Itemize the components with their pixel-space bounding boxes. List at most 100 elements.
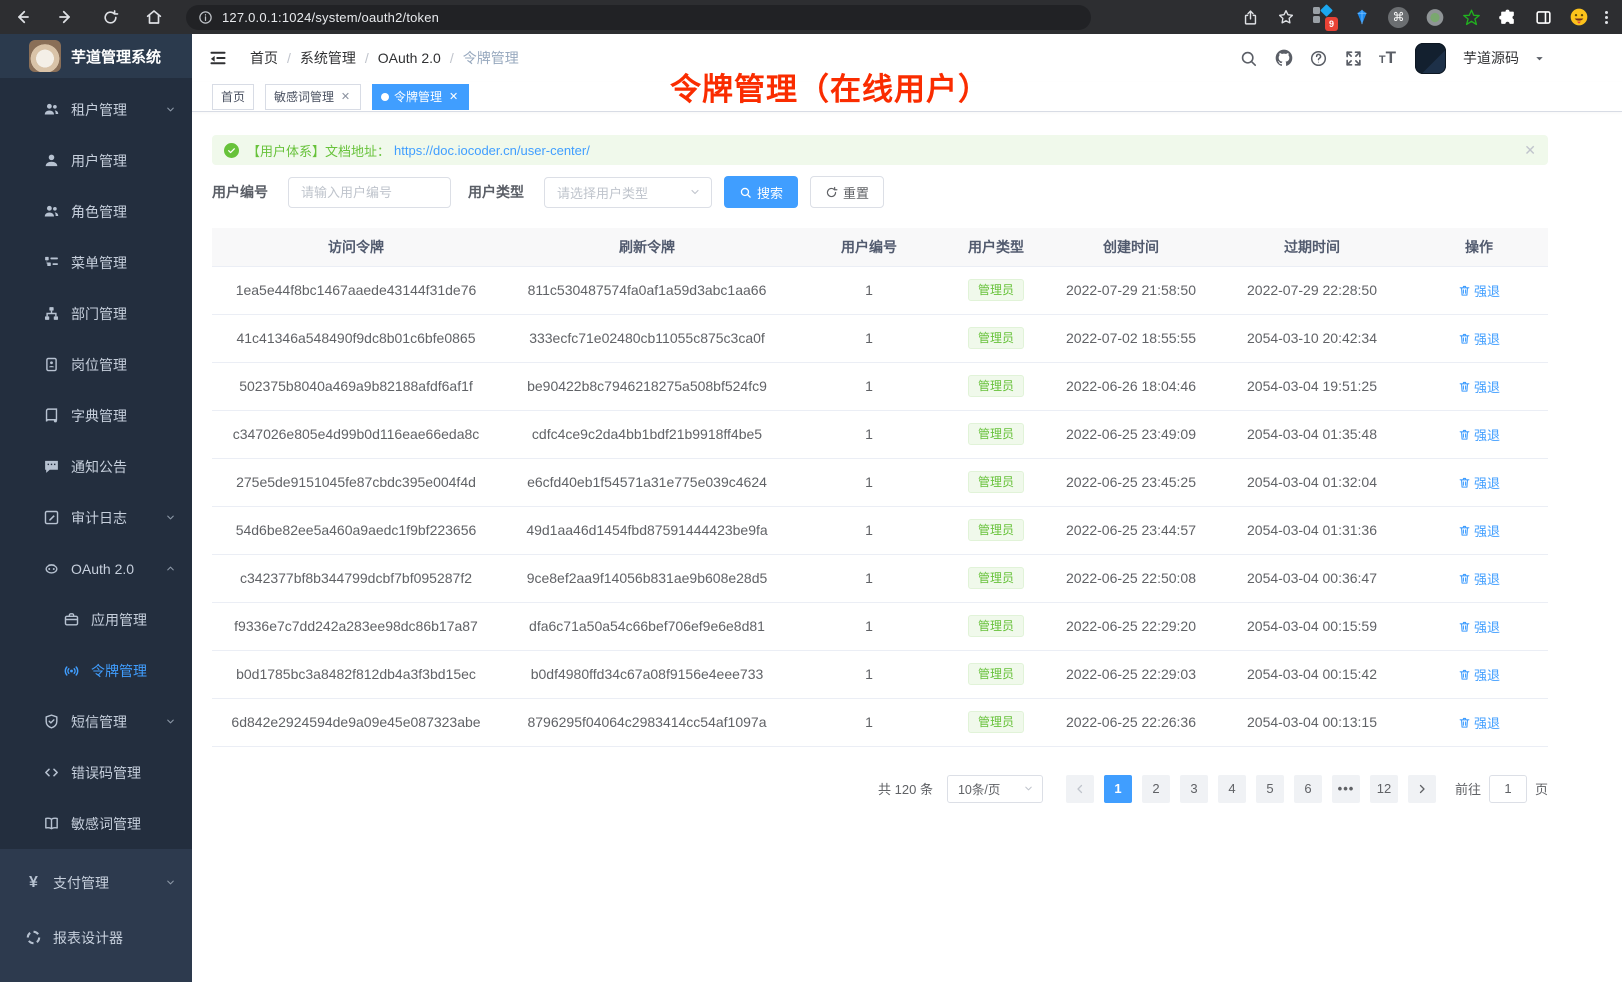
emoji-profile-icon[interactable] xyxy=(1569,7,1589,27)
tab-close-icon[interactable]: ✕ xyxy=(339,90,352,103)
address-bar[interactable]: 127.0.0.1:1024/system/oauth2/token xyxy=(186,5,1091,30)
force-logout-link[interactable]: 强退 xyxy=(1458,521,1500,540)
site-info-icon[interactable] xyxy=(198,10,213,25)
page-button-2[interactable]: 2 xyxy=(1142,775,1170,803)
force-logout-label: 强退 xyxy=(1474,425,1500,444)
sidebar-item-15[interactable]: ¥支付管理 xyxy=(0,855,192,910)
dictionary-icon xyxy=(43,407,60,424)
cell-access-token: c347026e805e4d99b0d116eae66eda8c xyxy=(212,410,500,458)
sidebar-item-13[interactable]: 错误码管理 xyxy=(0,747,192,798)
back-icon[interactable] xyxy=(12,7,32,27)
breadcrumb-item-0[interactable]: 首页 xyxy=(250,48,278,68)
user-type-tag: 管理员 xyxy=(968,423,1024,445)
pagination-more[interactable]: ••• xyxy=(1332,775,1360,803)
cell-expire-time: 2054-03-04 00:15:59 xyxy=(1214,602,1410,650)
recorder-extension-icon[interactable] xyxy=(1425,7,1445,27)
home-icon[interactable] xyxy=(144,7,164,27)
breadcrumb-separator: / xyxy=(287,50,291,66)
prev-page-button[interactable] xyxy=(1066,775,1094,803)
page-button-5[interactable]: 5 xyxy=(1256,775,1284,803)
sidebar-item-8[interactable]: 审计日志 xyxy=(0,492,192,543)
user-id-input[interactable] xyxy=(288,177,451,208)
font-size-icon[interactable]: TT xyxy=(1379,49,1396,67)
tab-close-icon[interactable]: ✕ xyxy=(447,90,460,103)
user-type-select[interactable]: 请选择用户类型 xyxy=(544,177,712,208)
sidebar-item-1[interactable]: 用户管理 xyxy=(0,135,192,186)
reload-icon[interactable] xyxy=(100,7,120,27)
force-logout-link[interactable]: 强退 xyxy=(1458,617,1500,636)
alert-close-icon[interactable]: ✕ xyxy=(1524,143,1536,157)
force-logout-link[interactable]: 强退 xyxy=(1458,569,1500,588)
help-icon[interactable] xyxy=(1309,48,1329,68)
breadcrumb-item-1[interactable]: 系统管理 xyxy=(300,48,356,68)
breadcrumb-item-2[interactable]: OAuth 2.0 xyxy=(378,50,441,66)
command-extension-icon[interactable]: ⌘ xyxy=(1388,7,1409,28)
tab-0[interactable]: 首页 xyxy=(212,84,254,110)
share-icon[interactable] xyxy=(1240,7,1260,27)
star-extension-icon[interactable] xyxy=(1461,7,1481,27)
sidebar-item-0[interactable]: 租户管理 xyxy=(0,84,192,135)
trash-icon xyxy=(1458,380,1471,393)
user-avatar[interactable] xyxy=(1415,43,1446,74)
fullscreen-icon[interactable] xyxy=(1344,48,1364,68)
forward-icon[interactable] xyxy=(56,7,76,27)
breadcrumb-separator: / xyxy=(365,50,369,66)
caret-down-icon[interactable] xyxy=(1534,53,1545,64)
sidebar-item-9[interactable]: OAuth 2.0 xyxy=(0,543,192,594)
collapse-sidebar-icon[interactable] xyxy=(208,48,228,68)
page-button-4[interactable]: 4 xyxy=(1218,775,1246,803)
page-button-1[interactable]: 1 xyxy=(1104,775,1132,803)
gem-extension-icon[interactable] xyxy=(1352,7,1372,27)
force-logout-link[interactable]: 强退 xyxy=(1458,329,1500,348)
sidebar-item-3[interactable]: 菜单管理 xyxy=(0,237,192,288)
page-button-12[interactable]: 12 xyxy=(1370,775,1398,803)
sidebar-item-2[interactable]: 角色管理 xyxy=(0,186,192,237)
page-content: 【用户体系】文档地址： https://doc.iocoder.cn/user-… xyxy=(212,135,1548,803)
force-logout-label: 强退 xyxy=(1474,617,1500,636)
sidebar-item-5[interactable]: 岗位管理 xyxy=(0,339,192,390)
cell-expire-time: 2054-03-04 01:35:48 xyxy=(1214,410,1410,458)
goto-page-input[interactable] xyxy=(1489,775,1527,803)
sidebar-item-12[interactable]: 短信管理 xyxy=(0,696,192,747)
logo-avatar xyxy=(29,40,61,72)
search-icon[interactable] xyxy=(1239,48,1259,68)
side-panel-icon[interactable] xyxy=(1533,7,1553,27)
search-button[interactable]: 搜索 xyxy=(724,176,798,208)
sidebar-item-16[interactable]: 报表设计器 xyxy=(0,910,192,965)
alert-doc-link[interactable]: https://doc.iocoder.cn/user-center/ xyxy=(394,143,590,158)
app-logo[interactable]: 芋道管理系统 xyxy=(0,34,192,78)
force-logout-link[interactable]: 强退 xyxy=(1458,281,1500,300)
page-size-select[interactable]: 10条/页 xyxy=(947,775,1043,803)
cell-access-token: 1ea5e44f8bc1467aaede43144f31de76 xyxy=(212,266,500,314)
tab-2[interactable]: 令牌管理✕ xyxy=(372,84,469,110)
sidebar-item-label: 用户管理 xyxy=(71,151,127,171)
cell-user-type: 管理员 xyxy=(944,362,1048,410)
tab-1[interactable]: 敏感词管理✕ xyxy=(265,84,361,110)
reset-button[interactable]: 重置 xyxy=(810,176,884,208)
force-logout-link[interactable]: 强退 xyxy=(1458,665,1500,684)
sidebar: 芋道管理系统 租户管理用户管理角色管理菜单管理部门管理岗位管理字典管理通知公告审… xyxy=(0,34,192,982)
force-logout-link[interactable]: 强退 xyxy=(1458,473,1500,492)
page-button-6[interactable]: 6 xyxy=(1294,775,1322,803)
browser-menu-icon[interactable] xyxy=(1605,11,1608,24)
sidebar-item-11[interactable]: 令牌管理 xyxy=(0,645,192,696)
sidebar-item-4[interactable]: 部门管理 xyxy=(0,288,192,339)
user-type-tag: 管理员 xyxy=(968,375,1024,397)
cell-expire-time: 2054-03-04 01:32:04 xyxy=(1214,458,1410,506)
force-logout-link[interactable]: 强退 xyxy=(1458,713,1500,732)
extensions-badge: 9 xyxy=(1325,17,1338,31)
sidebar-item-14[interactable]: 敏感词管理 xyxy=(0,798,192,849)
next-page-button[interactable] xyxy=(1408,775,1436,803)
sidebar-item-6[interactable]: 字典管理 xyxy=(0,390,192,441)
sidebar-item-10[interactable]: 应用管理 xyxy=(0,594,192,645)
extensions-icon[interactable]: 9 xyxy=(1312,5,1336,29)
puzzle-extension-icon[interactable] xyxy=(1497,7,1517,27)
force-logout-link[interactable]: 强退 xyxy=(1458,377,1500,396)
sidebar-item-7[interactable]: 通知公告 xyxy=(0,441,192,492)
cell-user-type: 管理员 xyxy=(944,458,1048,506)
bookmark-star-icon[interactable] xyxy=(1276,7,1296,27)
page-button-3[interactable]: 3 xyxy=(1180,775,1208,803)
force-logout-link[interactable]: 强退 xyxy=(1458,425,1500,444)
github-icon[interactable] xyxy=(1274,48,1294,68)
username[interactable]: 芋道源码 xyxy=(1463,48,1519,68)
